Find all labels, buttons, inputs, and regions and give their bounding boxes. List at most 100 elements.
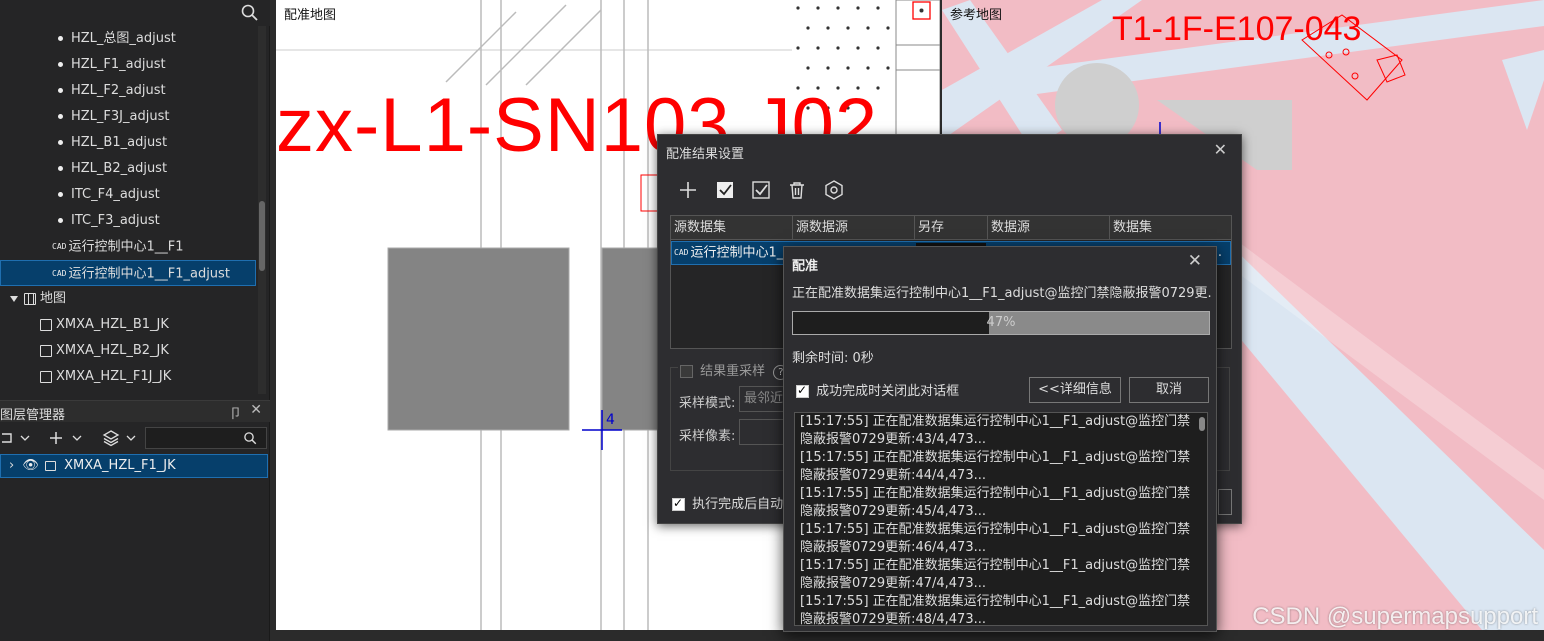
bullet-icon — [58, 114, 63, 119]
settings-icon[interactable] — [823, 179, 845, 201]
tree-item[interactable]: HZL_F1_adjust — [0, 52, 256, 78]
bullet-icon — [58, 218, 63, 223]
tree-item-label: HZL_总图_adjust — [71, 31, 176, 46]
tree-item[interactable]: HZL_总图_adjust — [0, 26, 256, 52]
log-scrollbar[interactable] — [1199, 417, 1205, 623]
tree-item-label: ITC_F4_adjust — [71, 187, 160, 202]
log-line: [15:17:55] 正在配准数据集运行控制中心1__F1_adjust@监控门… — [800, 594, 1191, 626]
select-all-icon[interactable] — [714, 179, 736, 201]
registration-map-label: 配准地图 — [284, 8, 337, 23]
close-icon[interactable]: ✕ — [250, 402, 262, 418]
expand-arrow-icon[interactable] — [10, 295, 18, 302]
eye-icon[interactable]: 👁 — [22, 458, 39, 473]
ok-button-edge[interactable] — [1218, 489, 1232, 515]
bullet-icon — [58, 88, 63, 93]
log-scrollbar-thumb[interactable] — [1199, 417, 1205, 431]
tree-item[interactable]: XMXA_HZL_F1J_JK — [0, 364, 256, 390]
expand-arrow-icon[interactable]: › — [9, 458, 14, 473]
progress-message: 正在配准数据集运行控制中心1__F1_adjust@监控门禁隐蔽报警0729更.… — [792, 286, 1212, 301]
layer-manager-toolbar — [0, 424, 270, 452]
cad-icon: CAD — [674, 248, 689, 257]
tree-item-label: 地图 — [40, 291, 67, 306]
layer-manager-header: 图层管理器 卩 ✕ — [0, 400, 270, 423]
log-line: [15:17:55] 正在配准数据集运行控制中心1__F1_adjust@监控门… — [800, 450, 1191, 483]
add-icon[interactable] — [677, 179, 699, 201]
layer-search-input[interactable] — [145, 427, 267, 449]
chevron-down-icon[interactable] — [20, 434, 30, 442]
layer-row[interactable]: › 👁 XMXA_HZL_F1_JK — [0, 454, 268, 478]
tree-item[interactable]: 地图 — [0, 286, 256, 312]
resample-checkbox[interactable] — [680, 365, 693, 378]
tree-item[interactable]: XMXA_HZL_B2_JK — [0, 338, 256, 364]
close-icon[interactable]: ✕ — [1188, 251, 1202, 271]
close-on-success-row[interactable]: 成功完成时关闭此对话框 — [796, 380, 959, 399]
log-line: [15:17:55] 正在配准数据集运行控制中心1__F1_adjust@监控门… — [800, 414, 1191, 447]
tree-item-label: HZL_F3J_adjust — [71, 109, 170, 124]
tree-item-label: HZL_F1_adjust — [71, 57, 166, 72]
search-icon[interactable] — [243, 431, 258, 446]
progress-dialog-title: 配准 — [792, 259, 819, 274]
column-header[interactable]: 数据源 — [988, 216, 1110, 240]
layer-manager-title: 图层管理器 — [0, 408, 66, 423]
sample-pixel-input[interactable] — [739, 419, 789, 445]
tree-item-label: 运行控制中心1__F1_adjust — [68, 266, 230, 282]
search-icon[interactable] — [240, 3, 260, 23]
tree-item-label: ITC_F3_adjust — [71, 213, 160, 228]
app-window: HZL_总图_adjust HZL_F1_adjust HZL_F2_adjust H… — [0, 0, 1544, 641]
tree-item[interactable]: CAD 运行控制中心1__F1_adjust — [0, 260, 256, 286]
bullet-icon — [58, 140, 63, 145]
resample-checkbox-row[interactable]: 结果重采样 ? — [678, 360, 791, 380]
tree-item[interactable]: HZL_F3J_adjust — [0, 104, 256, 130]
delete-icon[interactable] — [786, 179, 808, 201]
tree-item[interactable]: HZL_B2_adjust — [0, 156, 256, 182]
tree-item[interactable]: ITC_F3_adjust — [0, 208, 256, 234]
bullet-icon — [58, 166, 63, 171]
pin-icon[interactable]: 卩 — [229, 403, 242, 422]
auto-checkbox-row[interactable]: 执行完成后自动 — [672, 493, 783, 512]
layers-icon[interactable] — [102, 429, 120, 447]
tree-item[interactable]: ITC_F4_adjust — [0, 182, 256, 208]
workspace-header — [0, 0, 270, 26]
close-icon[interactable]: ✕ — [1214, 140, 1227, 159]
add-icon[interactable] — [48, 430, 64, 446]
map-document-icon — [40, 318, 52, 331]
map-document-icon — [40, 370, 52, 383]
cad-icon: CAD — [52, 242, 67, 251]
chevron-down-icon[interactable] — [72, 434, 82, 442]
progress-bar: 47% — [792, 311, 1210, 335]
tree-scrollbar-thumb[interactable] — [259, 201, 265, 271]
detail-button[interactable]: <<详细信息 — [1029, 377, 1121, 403]
tree-item-label: XMXA_HZL_F1J_JK — [56, 369, 172, 384]
log-line: [15:17:55] 正在配准数据集运行控制中心1__F1_adjust@监控门… — [800, 558, 1191, 591]
cad-icon: CAD — [52, 269, 67, 278]
column-header[interactable]: 源数据源 — [793, 216, 915, 240]
progress-percent: 47% — [986, 315, 1016, 330]
log-line: [15:17:55] 正在配准数据集运行控制中心1__F1_adjust@监控门… — [800, 522, 1191, 555]
log-panel[interactable]: [15:17:55] 正在配准数据集运行控制中心1__F1_adjust@监控门… — [794, 412, 1208, 626]
column-header[interactable]: 源数据集 — [671, 216, 793, 240]
chevron-down-icon[interactable] — [126, 434, 136, 442]
tree-item[interactable]: CAD 运行控制中心1__F1 — [0, 234, 256, 260]
invert-select-icon[interactable] — [750, 179, 772, 201]
sample-pixel-label: 采样像素: — [679, 429, 736, 444]
resample-label: 结果重采样 — [700, 364, 766, 379]
cancel-button[interactable]: 取消 — [1129, 377, 1209, 403]
reference-map-label: 参考地图 — [950, 8, 1003, 23]
tree-item[interactable]: HZL_F2_adjust — [0, 78, 256, 104]
close-on-success-checkbox[interactable] — [796, 383, 809, 398]
log-line: [15:17:55] 正在配准数据集运行控制中心1__F1_adjust@监控门… — [800, 486, 1191, 519]
layer-name: XMXA_HZL_F1_JK — [64, 458, 176, 473]
sample-mode-select[interactable]: 最邻近 — [739, 386, 789, 412]
bullet-icon — [58, 62, 63, 67]
tree-item[interactable]: HZL_B1_adjust — [0, 130, 256, 156]
column-header[interactable]: 另存 — [915, 216, 988, 240]
remaining-time: 剩余时间: 0秒 — [792, 351, 874, 366]
tree-scrollbar[interactable] — [258, 26, 266, 394]
workspace-panel: HZL_总图_adjust HZL_F1_adjust HZL_F2_adjust H… — [0, 0, 270, 641]
sample-mode-label: 采样模式: — [679, 396, 736, 411]
bullet-icon — [58, 36, 63, 41]
column-header[interactable]: 数据集 — [1110, 216, 1231, 240]
refresh-icon[interactable] — [0, 430, 16, 446]
auto-checkbox[interactable] — [672, 496, 685, 511]
tree-item[interactable]: XMXA_HZL_B1_JK — [0, 312, 256, 338]
